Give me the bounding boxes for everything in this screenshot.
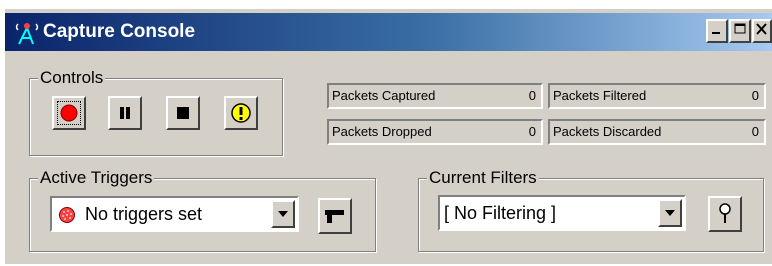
window-title: Capture Console: [43, 21, 196, 42]
stat-value: 0: [528, 124, 536, 139]
current-filters-legend: Current Filters: [427, 167, 539, 189]
stat-label: Packets Filtered: [553, 88, 647, 103]
triggers-selected: No triggers set: [85, 204, 203, 224]
chevron-down-icon: [665, 210, 675, 216]
stat-packets-dropped: Packets Dropped 0: [327, 119, 543, 145]
stat-packets-captured: Packets Captured 0: [327, 83, 543, 109]
antenna-icon: [15, 23, 39, 45]
stat-label: Packets Dropped: [332, 124, 432, 139]
status-dot-icon: [59, 207, 75, 223]
controls-legend: Controls: [38, 67, 106, 89]
alert-button[interactable]: [224, 96, 258, 130]
filters-dropdown-arrow[interactable]: [658, 199, 682, 227]
stat-value: 0: [751, 124, 759, 139]
stat-packets-discarded: Packets Discarded 0: [548, 119, 766, 145]
trigger-button[interactable]: [318, 198, 352, 234]
stat-label: Packets Captured: [332, 88, 436, 103]
record-icon: [60, 104, 78, 122]
close-icon: [756, 23, 767, 35]
maximize-button[interactable]: [729, 19, 751, 43]
gun-icon: [325, 210, 344, 223]
stop-icon: [177, 107, 189, 119]
triggers-dropdown[interactable]: No triggers set: [50, 196, 299, 232]
filters-selected: [ No Filtering ]: [444, 203, 557, 223]
pause-icon: [120, 107, 130, 119]
minimize-button[interactable]: [706, 19, 728, 43]
chevron-down-icon: [278, 211, 288, 217]
filter-button[interactable]: [708, 196, 742, 232]
pin-icon: [719, 203, 731, 223]
title-bar[interactable]: Capture Console: [5, 13, 772, 51]
triggers-dropdown-arrow[interactable]: [271, 200, 295, 228]
stat-value: 0: [751, 88, 759, 103]
stop-button[interactable]: [166, 96, 200, 130]
stat-value: 0: [528, 88, 536, 103]
pause-button[interactable]: [108, 96, 142, 130]
close-button[interactable]: [752, 19, 772, 43]
minimize-icon: [712, 32, 720, 34]
alert-icon: [231, 103, 251, 123]
filters-dropdown[interactable]: [ No Filtering ]: [438, 195, 686, 231]
active-triggers-legend: Active Triggers: [38, 167, 155, 189]
stat-label: Packets Discarded: [553, 124, 662, 139]
maximize-icon: [734, 23, 746, 34]
stat-packets-filtered: Packets Filtered 0: [548, 83, 766, 109]
record-button[interactable]: [52, 96, 86, 130]
